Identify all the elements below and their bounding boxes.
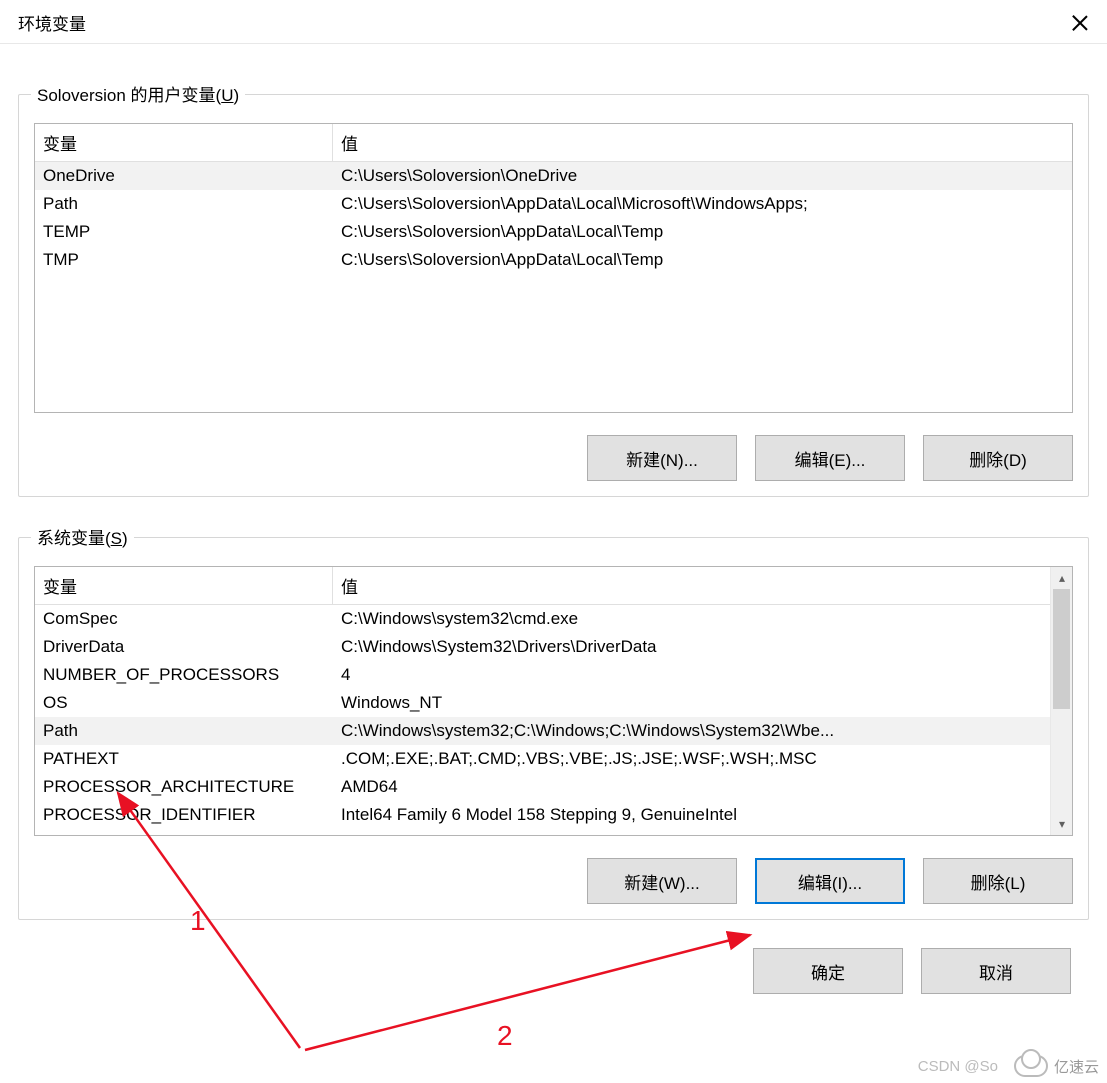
- cell-name: PATHEXT: [35, 745, 333, 773]
- system-variables-group: 系统变量(S) 变量 值 ComSpecC:\Windows\system32\…: [18, 537, 1089, 920]
- cloud-icon: [1014, 1055, 1048, 1077]
- close-icon[interactable]: [1071, 14, 1089, 32]
- cell-value: C:\Windows\System32\Drivers\DriverData: [333, 633, 1050, 661]
- sys-header-value[interactable]: 值: [333, 567, 1050, 604]
- cell-name: TMP: [35, 246, 333, 274]
- dialog-content: Soloversion 的用户变量(U) 变量 值 OneDriveC:\Use…: [0, 44, 1107, 1012]
- cell-name: DriverData: [35, 633, 333, 661]
- table-row[interactable]: OneDriveC:\Users\Soloversion\OneDrive: [35, 162, 1072, 190]
- table-row[interactable]: PathC:\Users\Soloversion\AppData\Local\M…: [35, 190, 1072, 218]
- sys-button-row: 新建(W)... 编辑(I)... 删除(L): [34, 858, 1073, 904]
- cell-value: C:\Users\Soloversion\AppData\Local\Temp: [333, 218, 1072, 246]
- cancel-button[interactable]: 取消: [921, 948, 1071, 994]
- cell-value: C:\Users\Soloversion\AppData\Local\Micro…: [333, 190, 1072, 218]
- user-variables-table[interactable]: 变量 值 OneDriveC:\Users\Soloversion\OneDri…: [34, 123, 1073, 413]
- cell-name: NUMBER_OF_PROCESSORS: [35, 661, 333, 689]
- user-delete-button[interactable]: 删除(D): [923, 435, 1073, 481]
- user-header-name[interactable]: 变量: [35, 124, 333, 161]
- dialog-title: 环境变量: [18, 10, 86, 35]
- cell-value: C:\Windows\system32\cmd.exe: [333, 605, 1050, 633]
- user-header-value[interactable]: 值: [333, 124, 1072, 161]
- sys-edit-button[interactable]: 编辑(I)...: [755, 858, 905, 904]
- table-row[interactable]: PathC:\Windows\system32;C:\Windows;C:\Wi…: [35, 717, 1050, 745]
- cell-value: C:\Users\Soloversion\OneDrive: [333, 162, 1072, 190]
- user-group-legend: Soloversion 的用户变量(U): [31, 81, 245, 106]
- table-row[interactable]: ComSpecC:\Windows\system32\cmd.exe: [35, 605, 1050, 633]
- table-row[interactable]: OSWindows_NT: [35, 689, 1050, 717]
- scroll-up-icon[interactable]: ▴: [1051, 567, 1073, 589]
- cell-name: ComSpec: [35, 605, 333, 633]
- table-row[interactable]: PROCESSOR_ARCHITECTUREAMD64: [35, 773, 1050, 801]
- sys-delete-button[interactable]: 删除(L): [923, 858, 1073, 904]
- cell-value: Intel64 Family 6 Model 158 Stepping 9, G…: [333, 801, 1050, 829]
- cell-value: C:\Users\Soloversion\AppData\Local\Temp: [333, 246, 1072, 274]
- system-variables-table[interactable]: 变量 值 ComSpecC:\Windows\system32\cmd.exeD…: [34, 566, 1073, 836]
- sys-scrollbar[interactable]: ▴ ▾: [1050, 567, 1072, 835]
- table-row[interactable]: PATHEXT.COM;.EXE;.BAT;.CMD;.VBS;.VBE;.JS…: [35, 745, 1050, 773]
- sys-header-name[interactable]: 变量: [35, 567, 333, 604]
- watermark: CSDN @So 亿速云: [918, 1055, 1099, 1077]
- watermark-brand: 亿速云: [1054, 1056, 1099, 1077]
- sys-new-button[interactable]: 新建(W)...: [587, 858, 737, 904]
- user-variables-group: Soloversion 的用户变量(U) 变量 值 OneDriveC:\Use…: [18, 94, 1089, 497]
- cell-name: PROCESSOR_ARCHITECTURE: [35, 773, 333, 801]
- scroll-down-icon[interactable]: ▾: [1051, 813, 1073, 835]
- cell-value: AMD64: [333, 773, 1050, 801]
- cell-value: Windows_NT: [333, 689, 1050, 717]
- cell-name: OneDrive: [35, 162, 333, 190]
- cell-name: PROCESSOR_IDENTIFIER: [35, 801, 333, 829]
- cell-value: C:\Windows\system32;C:\Windows;C:\Window…: [333, 717, 1050, 745]
- cell-value: 4: [333, 661, 1050, 689]
- cell-name: Path: [35, 717, 333, 745]
- cell-name: OS: [35, 689, 333, 717]
- table-row[interactable]: DriverDataC:\Windows\System32\Drivers\Dr…: [35, 633, 1050, 661]
- sys-table-header: 变量 值: [35, 567, 1050, 605]
- table-row[interactable]: PROCESSOR_IDENTIFIERIntel64 Family 6 Mod…: [35, 801, 1050, 829]
- cell-name: Path: [35, 190, 333, 218]
- cell-value: .COM;.EXE;.BAT;.CMD;.VBS;.VBE;.JS;.JSE;.…: [333, 745, 1050, 773]
- table-row[interactable]: TMPC:\Users\Soloversion\AppData\Local\Te…: [35, 246, 1072, 274]
- user-edit-button[interactable]: 编辑(E)...: [755, 435, 905, 481]
- system-group-legend: 系统变量(S): [31, 524, 134, 549]
- user-button-row: 新建(N)... 编辑(E)... 删除(D): [34, 435, 1073, 481]
- scroll-thumb[interactable]: [1053, 589, 1070, 709]
- titlebar: 环境变量: [0, 0, 1107, 44]
- cell-name: TEMP: [35, 218, 333, 246]
- table-row[interactable]: NUMBER_OF_PROCESSORS4: [35, 661, 1050, 689]
- scroll-track[interactable]: [1051, 589, 1072, 813]
- annotation-2: 2: [497, 1020, 513, 1052]
- user-new-button[interactable]: 新建(N)...: [587, 435, 737, 481]
- ok-button[interactable]: 确定: [753, 948, 903, 994]
- dialog-button-row: 确定 取消: [18, 948, 1089, 994]
- watermark-csdn: CSDN @So: [918, 1058, 998, 1075]
- user-table-header: 变量 值: [35, 124, 1072, 162]
- table-row[interactable]: TEMPC:\Users\Soloversion\AppData\Local\T…: [35, 218, 1072, 246]
